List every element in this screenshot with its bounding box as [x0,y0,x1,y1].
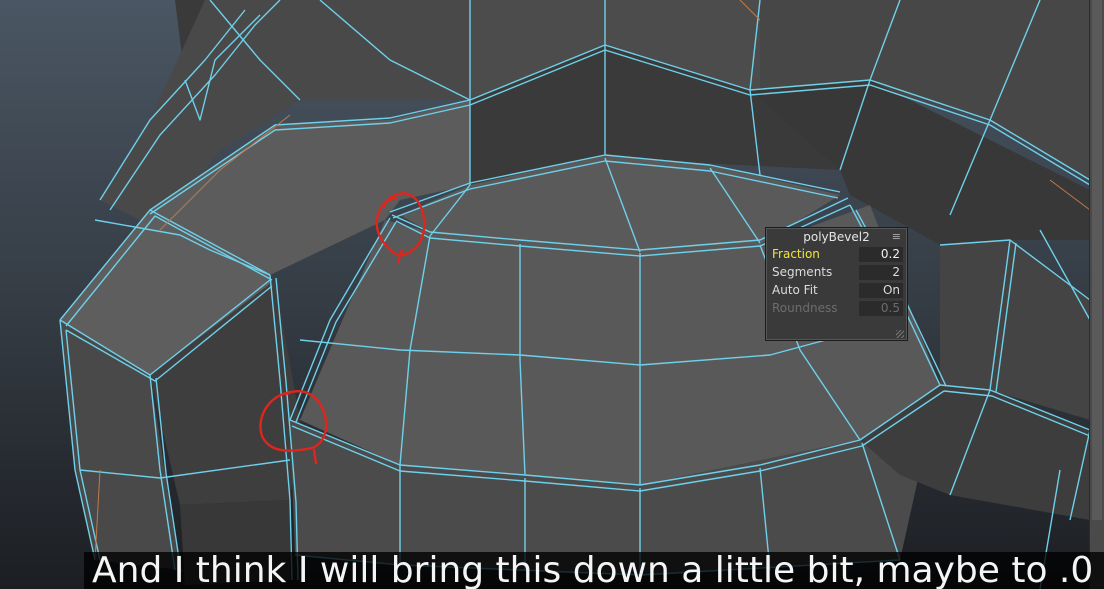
resize-grip-icon[interactable] [896,330,904,338]
attr-value-field[interactable]: 0.2 [859,247,903,262]
subtitle-bar: And I think I will bring this down a lit… [84,552,1104,589]
node-name: polyBevel2 [803,230,870,244]
3d-viewport[interactable] [0,0,1104,589]
attr-row-auto-fit[interactable]: Auto Fit On [770,282,903,299]
menu-icon[interactable]: ≡ [892,228,901,246]
attr-row-fraction[interactable]: Fraction 0.2 [770,246,903,263]
attr-label: Auto Fit [772,283,818,297]
scrollbar-thumb[interactable] [1092,0,1102,520]
viewport-canvas[interactable] [0,0,1104,589]
attr-label: Roundness [772,301,838,315]
attr-value-field[interactable]: 2 [859,265,903,280]
channel-box-title: polyBevel2 ≡ [766,228,907,246]
viewport-scrollbar[interactable] [1089,0,1104,589]
attr-value-field[interactable]: 0.5 [859,301,903,316]
attr-row-segments[interactable]: Segments 2 [770,264,903,281]
attr-label: Segments [772,265,833,279]
attr-value-field[interactable]: On [859,283,903,298]
attr-label: Fraction [772,247,820,261]
channel-box[interactable]: polyBevel2 ≡ Fraction 0.2 Segments 2 Aut… [765,227,908,341]
attr-row-roundness[interactable]: Roundness 0.5 [770,300,903,317]
subtitle-text: And I think I will bring this down a lit… [92,552,1094,589]
